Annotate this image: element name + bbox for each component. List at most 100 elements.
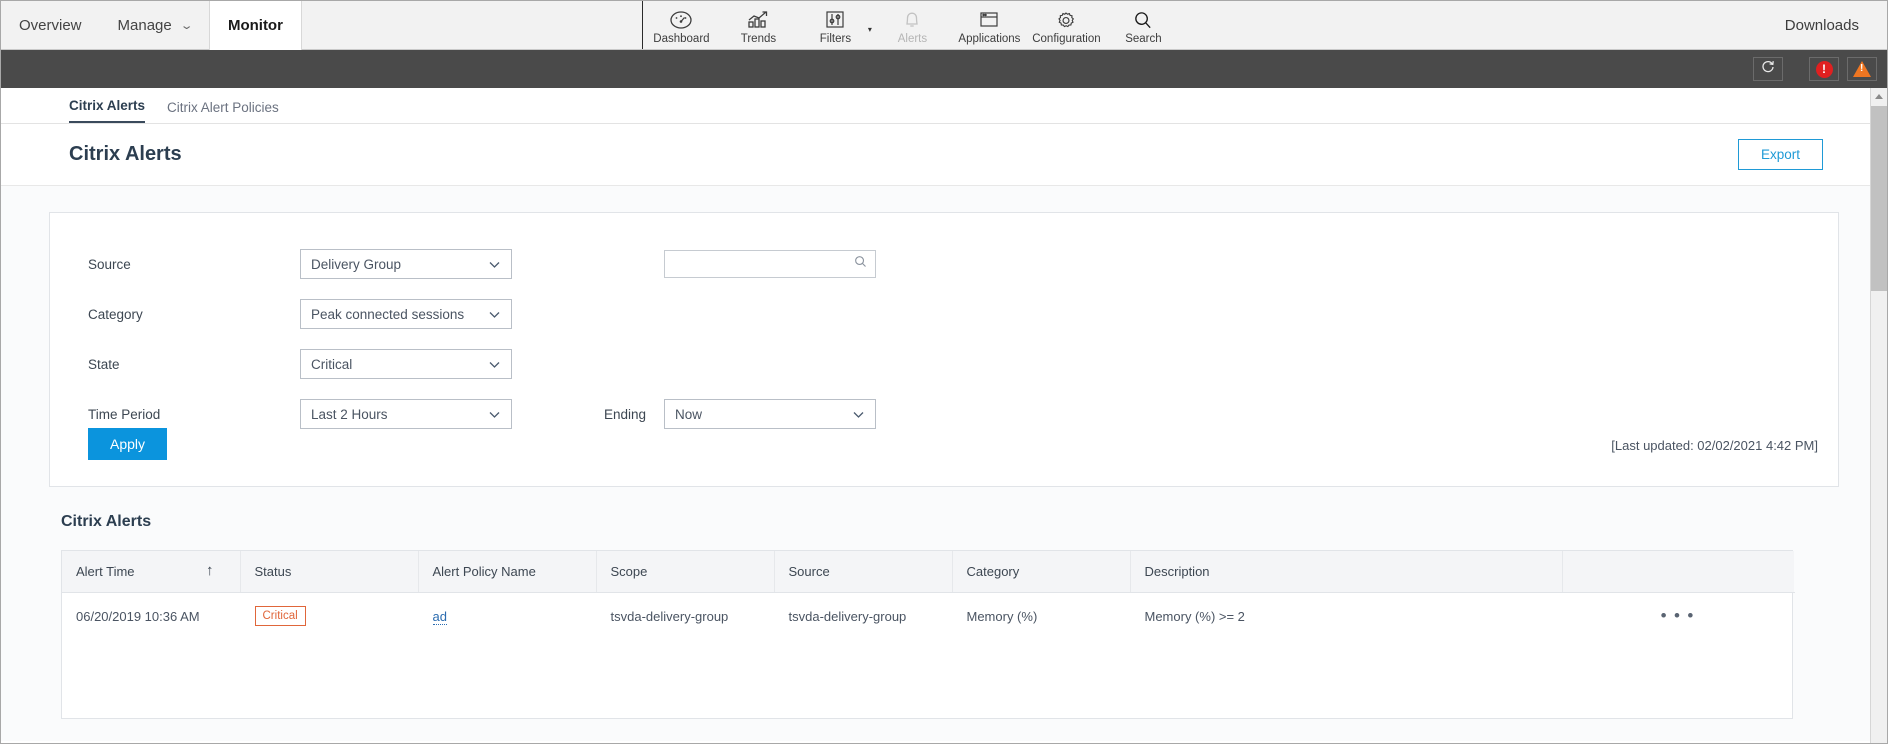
cell-status: Critical xyxy=(240,593,418,640)
state-dropdown-value: Critical xyxy=(311,356,353,372)
source-dropdown-value: Delivery Group xyxy=(311,256,402,272)
filter-label-source: Source xyxy=(88,256,131,272)
column-header-category[interactable]: Category xyxy=(952,551,1131,593)
cell-actions: • • • xyxy=(1562,593,1794,640)
chevron-down-icon xyxy=(852,408,865,421)
primary-nav-group: Overview Manage ⌄ Monitor xyxy=(1,1,302,50)
column-header-scope[interactable]: Scope xyxy=(596,551,775,593)
window-icon xyxy=(977,9,1001,31)
scrollbar-thumb[interactable] xyxy=(1871,106,1887,291)
toolbar-item-applications[interactable]: Applications xyxy=(951,1,1028,49)
chevron-down-icon xyxy=(488,258,501,271)
alerts-table: Alert Time ↑ Status Alert Policy Name Sc… xyxy=(62,551,1795,640)
error-indicator-button[interactable]: ! xyxy=(1809,57,1839,81)
nav-tab-overview-label: Overview xyxy=(19,17,82,34)
monitor-icon-toolbar: Dashboard Trends ▾ Filters Alerts Applic… xyxy=(643,1,1182,49)
ending-dropdown[interactable]: Now xyxy=(664,399,877,429)
top-navigation-bar: Overview Manage ⌄ Monitor Dashboard Tren… xyxy=(1,1,1887,50)
toolbar-item-search-label: Search xyxy=(1125,33,1162,45)
nav-right-group: Downloads xyxy=(1785,1,1887,49)
refresh-button[interactable] xyxy=(1753,57,1783,81)
nav-tab-overview[interactable]: Overview xyxy=(1,1,100,50)
alert-search-box[interactable] xyxy=(664,250,876,278)
chevron-down-icon xyxy=(488,408,501,421)
toolbar-item-dashboard[interactable]: Dashboard xyxy=(643,1,720,49)
column-header-status[interactable]: Status xyxy=(240,551,419,593)
bell-icon xyxy=(902,9,922,31)
dark-action-toolbar: ! xyxy=(1,50,1887,88)
alerts-table-container: Alert Time ↑ Status Alert Policy Name Sc… xyxy=(61,550,1795,720)
column-header-description[interactable]: Description xyxy=(1130,551,1563,593)
column-header-alert-time-label: Alert Time xyxy=(76,564,135,579)
toolbar-item-trends[interactable]: Trends xyxy=(720,1,797,49)
toolbar-item-configuration-label: Configuration xyxy=(1032,33,1101,45)
search-icon xyxy=(854,255,867,273)
filter-label-time-period: Time Period xyxy=(88,406,161,422)
toolbar-item-filters-label: Filters xyxy=(819,33,852,45)
nav-tab-manage-label: Manage xyxy=(117,17,172,34)
toolbar-item-alerts[interactable]: Alerts xyxy=(874,1,951,49)
filter-row-state: State Critical xyxy=(50,339,1838,389)
alerts-table-header: Alert Time ↑ Status Alert Policy Name Sc… xyxy=(62,551,1794,593)
filter-label-state: State xyxy=(88,356,120,372)
downloads-link[interactable]: Downloads xyxy=(1785,17,1859,34)
chevron-up-icon xyxy=(1875,94,1883,99)
column-header-alert-policy-name[interactable]: Alert Policy Name xyxy=(418,551,597,593)
last-updated-text: [Last updated: 02/02/2021 4:42 PM] xyxy=(1611,438,1818,453)
source-dropdown[interactable]: Delivery Group xyxy=(300,249,512,279)
table-section-title: Citrix Alerts xyxy=(61,513,152,530)
row-actions-menu-icon[interactable]: • • • xyxy=(1563,606,1794,626)
status-badge: Critical xyxy=(254,606,306,627)
main-content: Source Delivery Group Category Peak conn… xyxy=(1,186,1887,741)
column-header-alert-time[interactable]: Alert Time ↑ xyxy=(62,551,241,593)
toolbar-item-search[interactable]: Search xyxy=(1105,1,1182,49)
ending-dropdown-value: Now xyxy=(675,406,703,422)
search-input[interactable] xyxy=(673,256,854,272)
sub-tab-bar: Citrix Alerts Citrix Alert Policies xyxy=(1,88,1887,124)
tab-citrix-alert-policies[interactable]: Citrix Alert Policies xyxy=(167,100,279,123)
export-button[interactable]: Export xyxy=(1737,139,1823,170)
sort-ascending-icon[interactable]: ↑ xyxy=(206,562,214,579)
sliders-icon xyxy=(824,9,846,31)
toolbar-item-trends-label: Trends xyxy=(740,33,777,45)
state-dropdown[interactable]: Critical xyxy=(300,349,512,379)
toolbar-item-filters[interactable]: ▾ Filters xyxy=(797,1,874,49)
trends-chart-icon xyxy=(746,9,770,31)
nav-tab-monitor[interactable]: Monitor xyxy=(208,1,302,50)
toolbar-item-configuration[interactable]: Configuration xyxy=(1028,1,1105,49)
warning-indicator-button[interactable] xyxy=(1847,57,1877,81)
cell-category: Memory (%) xyxy=(966,608,1038,624)
column-header-source[interactable]: Source xyxy=(774,551,953,593)
tab-citrix-alerts-label: Citrix Alerts xyxy=(69,98,146,113)
time-period-dropdown[interactable]: Last 2 Hours xyxy=(300,399,512,429)
toolbar-item-applications-label: Applications xyxy=(958,33,1021,45)
gear-icon xyxy=(1055,9,1077,31)
nav-tab-manage[interactable]: Manage ⌄ xyxy=(100,1,209,50)
alert-policy-link[interactable]: ad xyxy=(432,608,447,625)
cell-scope: tsvda-delivery-group xyxy=(610,608,729,624)
gauge-icon xyxy=(668,9,694,31)
toolbar-item-dashboard-label: Dashboard xyxy=(653,33,710,45)
filter-row-time-period: Time Period Last 2 Hours Ending Now xyxy=(50,389,1838,439)
table-empty-area xyxy=(62,640,1792,719)
apply-button[interactable]: Apply xyxy=(88,428,168,460)
cell-source: tsvda-delivery-group xyxy=(788,608,907,624)
cell-alert-time: 06/20/2019 10:36 AM xyxy=(76,608,200,624)
category-dropdown[interactable]: Peak connected sessions xyxy=(300,299,512,329)
table-header-row: Alert Time ↑ Status Alert Policy Name Sc… xyxy=(62,551,1794,593)
nav-tab-monitor-label: Monitor xyxy=(227,17,283,34)
chevron-down-icon: ▾ xyxy=(867,25,872,34)
chevron-down-icon xyxy=(488,308,501,321)
warning-triangle-icon xyxy=(1853,61,1871,77)
refresh-icon xyxy=(1761,60,1775,79)
chevron-down-icon: ⌄ xyxy=(179,20,194,32)
tab-citrix-alert-policies-label: Citrix Alert Policies xyxy=(167,100,279,115)
table-row[interactable]: 06/20/2019 10:36 AM Critical ad tsvda-de… xyxy=(62,593,1794,640)
alerts-table-body: 06/20/2019 10:36 AM Critical ad tsvda-de… xyxy=(62,593,1794,640)
tab-citrix-alerts[interactable]: Citrix Alerts xyxy=(69,98,146,123)
vertical-scrollbar[interactable] xyxy=(1870,88,1887,743)
cell-alert-policy-name: ad xyxy=(418,593,596,640)
category-dropdown-value: Peak connected sessions xyxy=(311,306,465,322)
scrollbar-up-button[interactable] xyxy=(1871,88,1887,105)
